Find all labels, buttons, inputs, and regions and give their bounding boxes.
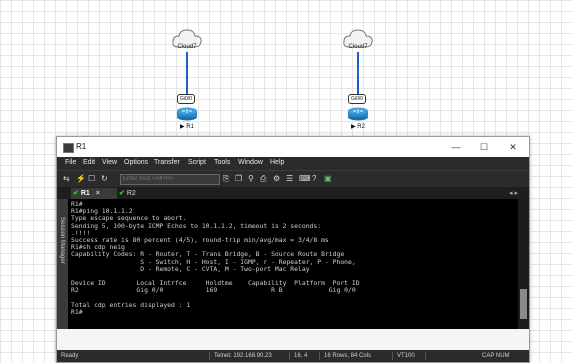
keymap-icon[interactable]: ⌨ <box>299 174 311 184</box>
close-button[interactable]: ✕ <box>500 140 526 154</box>
maximize-button[interactable]: ☐ <box>471 140 497 154</box>
lightning-icon[interactable]: ⚡ <box>76 174 86 184</box>
settings-icon[interactable]: ⚙ <box>273 174 280 184</box>
tab-r2[interactable]: ✔ R2 <box>117 188 145 199</box>
app-icon <box>63 143 74 153</box>
session-manager-panel[interactable]: Session Manager <box>57 199 68 329</box>
tab-r1-label: R1 <box>80 190 90 197</box>
status-connection: Telnet: 192.168.90.23 <box>214 353 272 359</box>
status-bar: Ready Telnet: 192.168.90.23 16, 4 16 Row… <box>57 350 529 362</box>
router-r1-icon[interactable] <box>176 107 198 121</box>
window-title: R1 <box>76 142 87 151</box>
link-right <box>357 52 359 96</box>
terminal-window: R1 — ☐ ✕ File Edit View Options Transfer… <box>56 136 530 363</box>
status-terminal-type: VT100 <box>397 353 415 359</box>
router-r2-label: ▶ R2 <box>351 124 365 130</box>
connected-check-icon: ✔ <box>73 190 79 197</box>
menu-edit[interactable]: Edit <box>83 159 95 166</box>
status-size: 16 Rows, 84 Cols <box>324 353 372 359</box>
status-ready: Ready <box>61 353 79 359</box>
toolbar: ⇆ ⚡ ☐ ↻ ⎘ ❐ ⚲ ⎙ ⚙ ☰ ⌨ ? ▣ <box>57 170 529 187</box>
menu-tools[interactable]: Tools <box>214 159 230 166</box>
scrollbar-thumb[interactable] <box>520 289 527 319</box>
copy-icon[interactable]: ⎘ <box>223 174 229 184</box>
reconnect-icon[interactable]: ↻ <box>101 174 108 184</box>
find-icon[interactable]: ⚲ <box>248 174 254 184</box>
terminal-output[interactable]: R1# R1#ping 10.1.1.2 Type escape sequenc… <box>68 199 518 329</box>
router-r2-icon[interactable] <box>347 107 369 121</box>
session-tabbar: ✔ R1 × ✔ R2 ◂ ▸ <box>57 187 529 199</box>
host-input[interactable] <box>120 174 220 185</box>
connected-check-icon: ✔ <box>119 190 125 197</box>
help-icon[interactable]: ? <box>312 174 316 184</box>
tab-r1[interactable]: ✔ R1 × <box>71 188 117 199</box>
screen-icon[interactable]: ▣ <box>324 174 332 184</box>
tab-close-icon[interactable]: × <box>96 190 100 197</box>
link-left <box>186 52 188 96</box>
connect-icon[interactable]: ⇆ <box>63 174 70 184</box>
menu-help[interactable]: Help <box>270 159 284 166</box>
status-caps: CAP NUM <box>482 353 510 359</box>
tab-nav-arrows[interactable]: ◂ ▸ <box>507 188 518 199</box>
new-tab-icon[interactable]: ☐ <box>88 174 95 184</box>
terminal-scrollbar[interactable] <box>518 199 529 329</box>
menu-window[interactable]: Window <box>238 159 263 166</box>
options-icon[interactable]: ☰ <box>286 174 293 184</box>
cloud-left-label: Cloud7 <box>177 44 197 50</box>
menu-script[interactable]: Script <box>188 159 206 166</box>
port-left-label: Gi0/0 <box>177 94 195 104</box>
cloud-right-label: Cloud7 <box>348 44 368 50</box>
print-icon[interactable]: ⎙ <box>260 174 266 184</box>
tab-r2-label: R2 <box>126 190 136 197</box>
paste-icon[interactable]: ❐ <box>235 174 242 184</box>
menu-bar: File Edit View Options Transfer Script T… <box>57 157 529 170</box>
menu-file[interactable]: File <box>65 159 76 166</box>
status-cursor: 16, 4 <box>294 353 308 359</box>
minimize-button[interactable]: — <box>443 140 469 154</box>
menu-view[interactable]: View <box>102 159 117 166</box>
menu-transfer[interactable]: Transfer <box>154 159 180 166</box>
menu-options[interactable]: Options <box>124 159 148 166</box>
router-r1-label: ▶ R1 <box>180 124 194 130</box>
terminal-text: R1# R1#ping 10.1.1.2 Type escape sequenc… <box>71 200 360 317</box>
title-bar[interactable]: R1 — ☐ ✕ <box>57 137 529 157</box>
session-manager-label: Session Manager <box>59 217 65 264</box>
port-right-label: Gi0/0 <box>348 94 366 104</box>
